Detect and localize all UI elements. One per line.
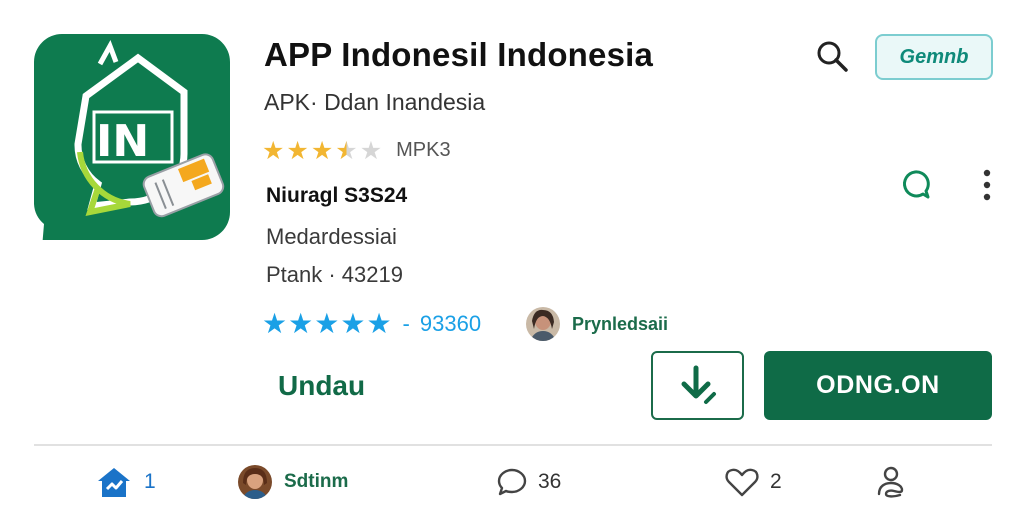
comment-icon [497, 468, 527, 496]
more-vertical-icon [983, 169, 991, 201]
home-count: 1 [144, 470, 156, 493]
rating-text: MPK3 [396, 138, 451, 161]
review-dash: - [402, 311, 410, 336]
review-star-icon: ★ [340, 307, 366, 340]
app-subtitle: APK· Ddan Inandesia [264, 89, 486, 115]
star-icon: ★ [310, 135, 334, 165]
like-count: 2 [770, 470, 782, 493]
star-icon: ★ [359, 135, 383, 165]
app-category: Medardessiai [266, 224, 397, 249]
app-rank: Ptank · 43219 [266, 262, 403, 287]
review-star-icon: ★ [262, 307, 288, 340]
chat-bubble-icon [903, 170, 930, 199]
bottom-user-item[interactable]: Sdtinm [238, 462, 348, 502]
publisher-name: Prynledsaii [572, 313, 669, 334]
star-icon: ★ [335, 135, 358, 165]
star-icon: ★ [286, 135, 309, 165]
review-star-icon: ★ [314, 307, 340, 340]
publisher[interactable]: Prynledsaii [526, 307, 668, 341]
review-row: ★ ★ ★ ★ ★ - 93360 [262, 308, 481, 340]
search-icon [817, 41, 848, 72]
review-count[interactable]: 93360 [420, 311, 481, 337]
bottom-comment-item[interactable]: 36 [496, 462, 561, 502]
profile-icon [877, 466, 904, 498]
bottom-like-item[interactable]: 2 [724, 462, 782, 502]
download-button[interactable] [651, 351, 744, 420]
rating-row: ★ ★ ★ ★ ★ MPK3 [262, 137, 451, 163]
publisher-avatar [526, 307, 560, 341]
user-label: Sdtinm [284, 471, 349, 492]
open-button[interactable]: ODNG.ON [764, 351, 992, 420]
bottom-profile-item[interactable] [874, 462, 908, 502]
bottom-home-item[interactable]: 1 [96, 462, 156, 502]
heart-icon [725, 468, 759, 497]
app-icon: IN [34, 34, 230, 248]
download-icon [681, 365, 716, 404]
secondary-action-link[interactable]: Undau [278, 370, 365, 402]
app-title: APP Indonesil Indonesia [264, 36, 654, 73]
home-icon [98, 468, 130, 497]
app-icon-text: IN [96, 116, 149, 167]
review-stars: ★ ★ ★ ★ ★ [262, 310, 393, 338]
developer-name: Niuragl S3S24 [266, 184, 408, 207]
review-star-icon: ★ [366, 307, 392, 340]
chat-button[interactable] [894, 164, 936, 206]
more-options-button[interactable] [974, 166, 1000, 204]
comment-count: 36 [538, 470, 562, 493]
review-star-icon: ★ [288, 307, 314, 340]
divider [34, 444, 992, 446]
star-icon: ★ [262, 135, 285, 165]
top-pill-button[interactable]: Gemnb [875, 34, 993, 80]
user-avatar [238, 465, 272, 499]
rating-stars: ★ ★ ★ ★ ★ [262, 138, 382, 163]
search-button[interactable] [812, 36, 852, 76]
